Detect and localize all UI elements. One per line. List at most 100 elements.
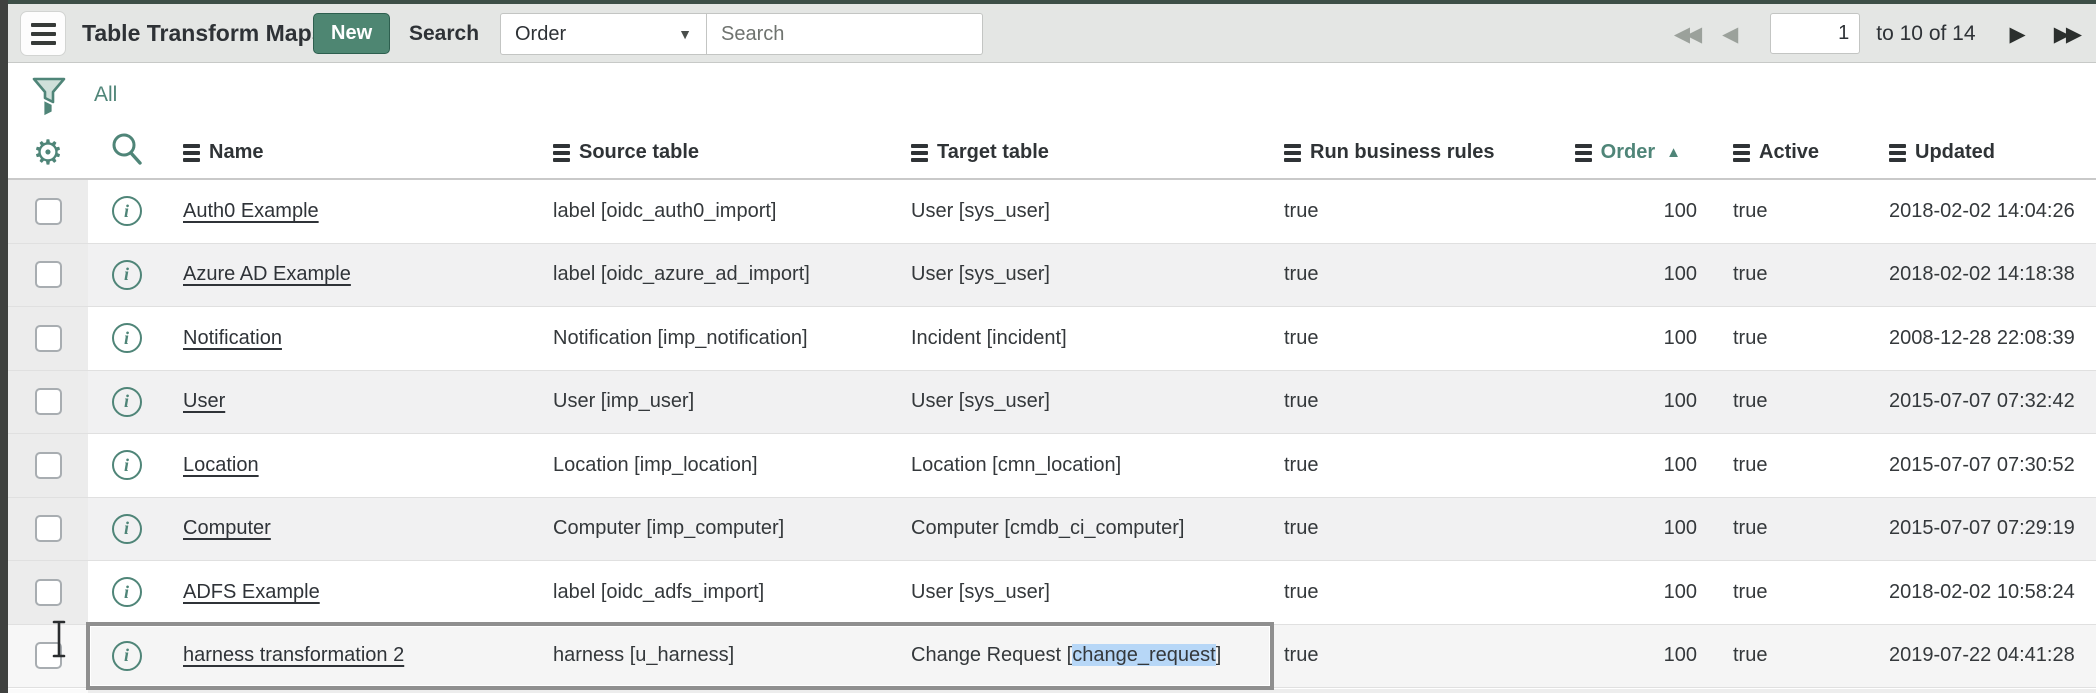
- name-cell[interactable]: Auth0 Example: [165, 200, 535, 223]
- active-cell[interactable]: true: [1705, 200, 1875, 223]
- search-input[interactable]: [707, 13, 983, 55]
- record-link[interactable]: Computer: [183, 517, 271, 539]
- column-menu-icon[interactable]: [553, 144, 570, 162]
- breadcrumb-all-link[interactable]: All: [94, 63, 117, 127]
- column-menu-icon[interactable]: [1889, 144, 1906, 162]
- search-icon[interactable]: [109, 131, 145, 174]
- order-cell[interactable]: 100: [1545, 581, 1705, 604]
- order-cell[interactable]: 100: [1545, 200, 1705, 223]
- source-table-cell[interactable]: harness [u_harness]: [535, 644, 895, 667]
- column-header-active[interactable]: Active: [1705, 141, 1875, 164]
- target-table-cell[interactable]: User [sys_user]: [895, 390, 1270, 413]
- row-checkbox[interactable]: [35, 642, 62, 669]
- updated-cell[interactable]: 2015-07-07 07:29:19: [1875, 517, 2096, 540]
- name-cell[interactable]: Notification: [165, 327, 535, 350]
- source-table-cell[interactable]: Location [imp_location]: [535, 454, 895, 477]
- column-header-target-table[interactable]: Target table: [895, 141, 1270, 164]
- gear-icon[interactable]: ⚙: [33, 136, 63, 170]
- run-business-rules-cell[interactable]: true: [1270, 390, 1545, 413]
- row-checkbox[interactable]: [35, 515, 62, 542]
- first-page-button[interactable]: ◀◀: [1670, 22, 1702, 46]
- row-checkbox[interactable]: [35, 452, 62, 479]
- source-table-cell[interactable]: label [oidc_auth0_import]: [535, 200, 895, 223]
- target-table-cell[interactable]: Location [cmn_location]: [895, 454, 1270, 477]
- next-page-button[interactable]: ▶: [2006, 22, 2026, 46]
- updated-cell[interactable]: 2008-12-28 22:08:39: [1875, 327, 2096, 350]
- updated-cell[interactable]: 2015-07-07 07:30:52: [1875, 454, 2096, 477]
- column-menu-icon[interactable]: [1733, 144, 1750, 162]
- record-link[interactable]: User: [183, 390, 225, 412]
- source-table-cell[interactable]: Notification [imp_notification]: [535, 327, 895, 350]
- record-link[interactable]: harness transformation 2: [183, 644, 404, 666]
- column-menu-icon[interactable]: [1575, 144, 1592, 162]
- info-icon[interactable]: i: [112, 514, 142, 544]
- info-icon[interactable]: i: [112, 196, 142, 226]
- run-business-rules-cell[interactable]: true: [1270, 327, 1545, 350]
- name-cell[interactable]: Computer: [165, 517, 535, 540]
- updated-cell[interactable]: 2015-07-07 07:32:42: [1875, 390, 2096, 413]
- order-cell[interactable]: 100: [1545, 327, 1705, 350]
- target-table-cell[interactable]: Computer [cmdb_ci_computer]: [895, 517, 1270, 540]
- info-icon[interactable]: i: [112, 260, 142, 290]
- name-cell[interactable]: ADFS Example: [165, 581, 535, 604]
- run-business-rules-cell[interactable]: true: [1270, 454, 1545, 477]
- active-cell[interactable]: true: [1705, 390, 1875, 413]
- name-cell[interactable]: Azure AD Example: [165, 263, 535, 286]
- page-number-input[interactable]: [1770, 13, 1860, 54]
- updated-cell[interactable]: 2018-02-02 10:58:24: [1875, 581, 2096, 604]
- target-table-cell[interactable]: User [sys_user]: [895, 263, 1270, 286]
- info-icon[interactable]: i: [112, 577, 142, 607]
- record-link[interactable]: Auth0 Example: [183, 200, 319, 222]
- filter-funnel-icon[interactable]: [30, 75, 70, 124]
- order-cell[interactable]: 100: [1545, 454, 1705, 477]
- hamburger-menu-button[interactable]: [20, 11, 66, 56]
- order-cell[interactable]: 100: [1545, 263, 1705, 286]
- column-menu-icon[interactable]: [183, 144, 200, 162]
- previous-page-button[interactable]: ◀: [1718, 22, 1738, 46]
- row-checkbox[interactable]: [35, 261, 62, 288]
- source-table-cell[interactable]: User [imp_user]: [535, 390, 895, 413]
- column-header-name[interactable]: Name: [165, 141, 535, 164]
- record-link[interactable]: Notification: [183, 327, 282, 349]
- last-page-button[interactable]: ▶▶: [2050, 22, 2082, 46]
- active-cell[interactable]: true: [1705, 327, 1875, 350]
- source-table-cell[interactable]: label [oidc_adfs_import]: [535, 581, 895, 604]
- row-checkbox[interactable]: [35, 325, 62, 352]
- search-column-dropdown[interactable]: Order ▼: [500, 13, 707, 55]
- row-checkbox[interactable]: [35, 198, 62, 225]
- run-business-rules-cell[interactable]: true: [1270, 263, 1545, 286]
- new-button[interactable]: New: [313, 13, 390, 54]
- run-business-rules-cell[interactable]: true: [1270, 200, 1545, 223]
- row-checkbox[interactable]: [35, 388, 62, 415]
- record-link[interactable]: Location: [183, 454, 259, 476]
- active-cell[interactable]: true: [1705, 517, 1875, 540]
- name-cell[interactable]: harness transformation 2: [165, 644, 535, 667]
- info-icon[interactable]: i: [112, 323, 142, 353]
- column-menu-icon[interactable]: [1284, 144, 1301, 162]
- active-cell[interactable]: true: [1705, 581, 1875, 604]
- run-business-rules-cell[interactable]: true: [1270, 644, 1545, 667]
- updated-cell[interactable]: 2019-07-22 04:41:28: [1875, 644, 2096, 667]
- column-header-run-business-rules[interactable]: Run business rules: [1270, 141, 1545, 164]
- updated-cell[interactable]: 2018-02-02 14:18:38: [1875, 263, 2096, 286]
- record-link[interactable]: Azure AD Example: [183, 263, 351, 285]
- active-cell[interactable]: true: [1705, 454, 1875, 477]
- row-checkbox[interactable]: [35, 579, 62, 606]
- target-table-cell-editing[interactable]: Change Request [change_request]: [895, 644, 1270, 667]
- info-icon[interactable]: i: [112, 641, 142, 671]
- source-table-cell[interactable]: Computer [imp_computer]: [535, 517, 895, 540]
- active-cell[interactable]: true: [1705, 263, 1875, 286]
- target-table-cell[interactable]: Incident [incident]: [895, 327, 1270, 350]
- order-cell[interactable]: 100: [1545, 390, 1705, 413]
- name-cell[interactable]: Location: [165, 454, 535, 477]
- column-header-order[interactable]: Order ▲: [1545, 141, 1705, 164]
- info-icon[interactable]: i: [112, 450, 142, 480]
- active-cell[interactable]: true: [1705, 644, 1875, 667]
- column-header-source-table[interactable]: Source table: [535, 141, 895, 164]
- run-business-rules-cell[interactable]: true: [1270, 517, 1545, 540]
- record-link[interactable]: ADFS Example: [183, 581, 320, 603]
- order-cell[interactable]: 100: [1545, 644, 1705, 667]
- name-cell[interactable]: User: [165, 390, 535, 413]
- column-header-updated[interactable]: Updated: [1875, 141, 2096, 164]
- info-icon[interactable]: i: [112, 387, 142, 417]
